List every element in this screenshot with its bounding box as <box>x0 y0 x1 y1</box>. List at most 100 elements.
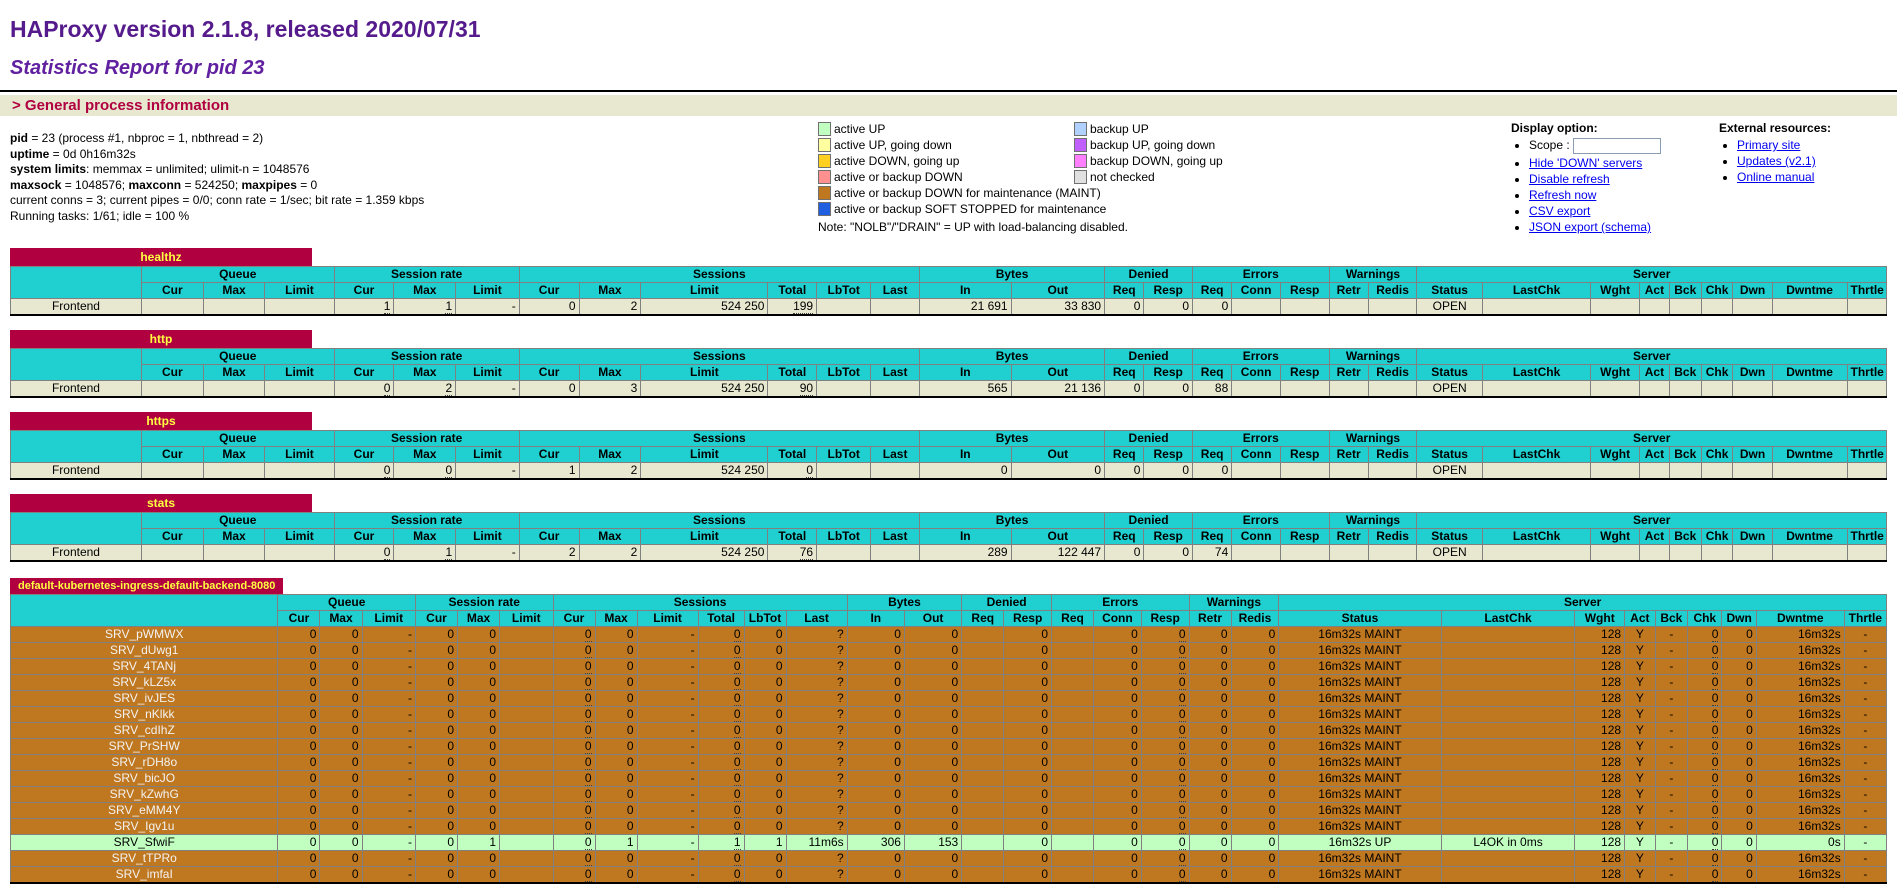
stat-cell: 0 <box>415 739 457 755</box>
stat-cell: 0 <box>394 463 456 480</box>
stat-cell: 122 447 <box>1011 545 1105 562</box>
table-row: SRV_dUwg100-0000-00?000000016m32s MAINT1… <box>11 643 1887 659</box>
stat-cell: - <box>637 851 698 867</box>
stats-table: QueueSession rateSessionsBytesDeniedErro… <box>10 266 1887 316</box>
stat-cell: 128 <box>1575 803 1625 819</box>
stat-cell: 0 <box>458 675 500 691</box>
proxy-section: httpsQueueSession rateSessionsBytesDenie… <box>10 412 1887 480</box>
stat-cell: 524 250 <box>641 545 768 562</box>
stat-cell <box>962 643 1004 659</box>
server-link[interactable]: SRV_kLZ5x <box>112 675 176 689</box>
stat-cell: 128 <box>1575 707 1625 723</box>
external-resource-link[interactable]: Updates (v2.1) <box>1737 154 1816 168</box>
stat-cell: - <box>456 545 520 562</box>
server-link[interactable]: SRV_ivJES <box>113 691 175 705</box>
server-link[interactable]: SRV_4TANj <box>112 659 176 673</box>
legend-row: active or backup DOWNnot checked <box>818 169 1298 185</box>
column-header: Total <box>698 611 744 627</box>
stat-cell: - <box>637 659 698 675</box>
legend-label: active UP <box>834 122 885 136</box>
column-header: Retr <box>1189 611 1231 627</box>
stat-cell: - <box>1655 675 1687 691</box>
stat-cell <box>1847 381 1886 398</box>
server-link[interactable]: SRV_pWMWX <box>105 627 183 641</box>
column-header: Conn <box>1232 447 1281 463</box>
stat-cell: - <box>1655 787 1687 803</box>
stat-cell: - <box>456 463 520 480</box>
column-header: Redis <box>1368 365 1417 381</box>
server-link[interactable]: SRV_imfaI <box>116 867 173 881</box>
column-group-header: Errors <box>1193 513 1330 529</box>
proxy-title-link[interactable]: healthz <box>10 248 312 266</box>
column-header: Cur <box>278 611 320 627</box>
stat-cell: - <box>1655 739 1687 755</box>
display-option-link[interactable]: Disable refresh <box>1529 172 1610 186</box>
proxy-title-link[interactable]: https <box>10 412 312 430</box>
stat-value: 0 <box>585 723 592 738</box>
status-color-swatch <box>818 154 831 168</box>
server-link[interactable]: SRV_SfwiF <box>114 835 175 849</box>
server-link[interactable]: SRV_nKlkk <box>114 707 174 721</box>
stat-cell: 0 <box>1688 819 1722 835</box>
server-link[interactable]: SRV_bicJO <box>113 771 175 785</box>
proxy-title-row: healthz <box>10 248 1887 266</box>
server-link[interactable]: SRV_kZwhG <box>110 787 179 801</box>
column-header: LastChk <box>1482 447 1590 463</box>
stat-cell: 16m32s <box>1756 771 1844 787</box>
stat-value: 1 <box>384 299 391 314</box>
proxy-title-link[interactable]: default-kubernetes-ingress-default-backe… <box>10 578 283 594</box>
column-header: Out <box>904 611 961 627</box>
stat-cell: 16m32s <box>1756 867 1844 884</box>
stat-cell: 2 <box>519 545 579 562</box>
column-group-header: Server <box>1417 349 1887 365</box>
column-header: Bck <box>1669 447 1701 463</box>
display-option-link[interactable]: Refresh now <box>1529 188 1596 202</box>
stat-cell: 0 <box>595 691 637 707</box>
stat-cell <box>962 707 1004 723</box>
proxy-title-link[interactable]: http <box>10 330 312 348</box>
column-header: Resp <box>1280 447 1329 463</box>
stat-cell: 0 <box>595 675 637 691</box>
column-header: Max <box>203 529 265 545</box>
scope-input[interactable] <box>1573 138 1661 154</box>
server-link[interactable]: SRV_dUwg1 <box>110 643 178 657</box>
column-header: Out <box>1011 365 1105 381</box>
external-resource-link[interactable]: Online manual <box>1737 170 1814 184</box>
stat-cell: - <box>637 819 698 835</box>
stat-cell <box>1669 381 1701 398</box>
stat-cell: 0 <box>904 787 961 803</box>
stat-cell: 0 <box>1004 819 1052 835</box>
stat-cell: 0 <box>415 771 457 787</box>
server-link[interactable]: SRV_PrSHW <box>109 739 180 753</box>
stat-cell: 0 <box>1722 627 1756 643</box>
server-link[interactable]: SRV_tTPRo <box>112 851 177 865</box>
column-header: Total <box>768 447 817 463</box>
stat-cell: 0 <box>1144 381 1193 398</box>
haproxy-version-link[interactable]: HAProxy version 2.1.8, released 2020/07/… <box>10 16 1887 43</box>
display-option-link[interactable]: Hide 'DOWN' servers <box>1529 156 1642 170</box>
server-link[interactable]: SRV_eMM4Y <box>108 803 180 817</box>
server-link[interactable]: SRV_rDH8o <box>111 755 177 769</box>
display-option-link[interactable]: JSON export (schema) <box>1529 220 1651 234</box>
stat-cell: 0 <box>1722 867 1756 884</box>
stat-cell <box>1591 381 1640 398</box>
stat-cell: - <box>362 755 415 771</box>
stat-cell <box>1701 381 1733 398</box>
external-resource-link[interactable]: Primary site <box>1737 138 1800 152</box>
column-group-header: Errors <box>1193 431 1330 447</box>
stat-cell: 0 <box>458 659 500 675</box>
external-resource-item: Updates (v2.1) <box>1737 154 1887 168</box>
stat-value: 0 <box>585 867 592 882</box>
stat-cell: 0 <box>1722 659 1756 675</box>
proxy-title-link[interactable]: stats <box>10 494 312 512</box>
display-option-link[interactable]: CSV export <box>1529 204 1590 218</box>
stat-cell: 16m32s <box>1756 723 1844 739</box>
server-link[interactable]: SRV_cdIhZ <box>114 723 175 737</box>
column-group-header: Bytes <box>919 349 1104 365</box>
stat-cell: 0 <box>1011 463 1105 480</box>
server-link[interactable]: SRV_Igv1u <box>114 819 175 833</box>
stat-value: 90 <box>800 381 813 396</box>
stats-table: QueueSession rateSessionsBytesDeniedErro… <box>10 594 1887 884</box>
stat-cell: 0 <box>1189 771 1231 787</box>
stat-cell <box>817 381 871 398</box>
